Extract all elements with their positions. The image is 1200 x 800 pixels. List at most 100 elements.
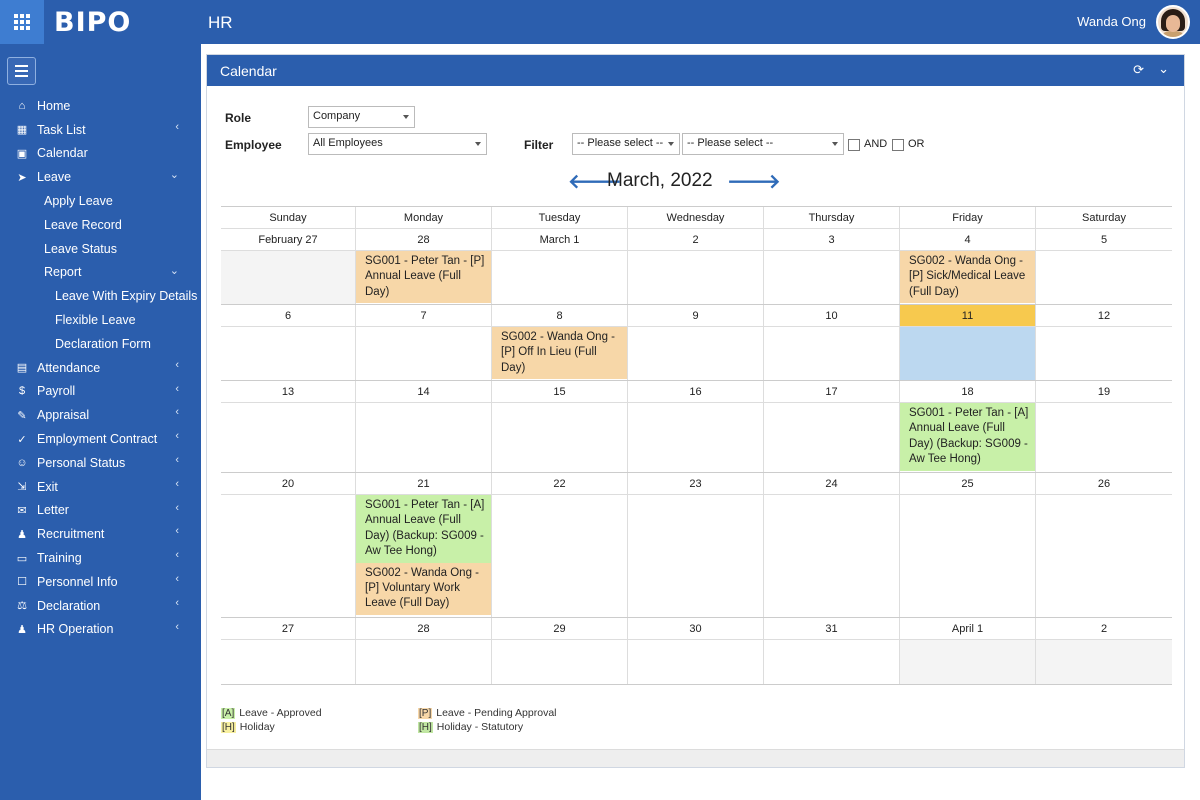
day-cell[interactable] bbox=[356, 327, 492, 380]
day-cell[interactable] bbox=[1036, 495, 1172, 617]
day-cell[interactable] bbox=[900, 640, 1036, 684]
date-number[interactable]: 18 bbox=[900, 381, 1036, 402]
date-number[interactable]: 3 bbox=[764, 229, 900, 250]
date-number[interactable]: 22 bbox=[492, 473, 628, 494]
leave-event[interactable]: SG001 - Peter Tan - [A] Annual Leave (Fu… bbox=[900, 403, 1035, 471]
date-number[interactable]: 5 bbox=[1036, 229, 1172, 250]
date-number[interactable]: 29 bbox=[492, 618, 628, 639]
sidebar-item-personnel-info[interactable]: ☐ Personnel Info ‹ bbox=[0, 570, 201, 594]
employee-select[interactable]: All Employees bbox=[308, 133, 487, 155]
date-number[interactable]: 17 bbox=[764, 381, 900, 402]
day-cell[interactable]: SG001 - Peter Tan - [A] Annual Leave (Fu… bbox=[356, 495, 492, 617]
and-checkbox[interactable] bbox=[848, 139, 860, 151]
date-number[interactable]: 30 bbox=[628, 618, 764, 639]
sidebar-item-declaration[interactable]: ⚖ Declaration ‹ bbox=[0, 594, 201, 618]
day-cell[interactable] bbox=[628, 251, 764, 304]
date-number[interactable]: 19 bbox=[1036, 381, 1172, 402]
day-cell[interactable] bbox=[221, 640, 356, 684]
next-month-arrow-icon[interactable]: 🡒 bbox=[727, 169, 781, 194]
date-number[interactable]: 25 bbox=[900, 473, 1036, 494]
day-cell[interactable] bbox=[221, 327, 356, 380]
date-number[interactable]: March 1 bbox=[492, 229, 628, 250]
day-cell[interactable]: SG002 - Wanda Ong - [P] Sick/Medical Lea… bbox=[900, 251, 1036, 304]
date-number[interactable]: 13 bbox=[221, 381, 356, 402]
filter-select-2[interactable]: -- Please select -- bbox=[682, 133, 844, 155]
sidebar-item-flexible-leave[interactable]: Flexible Leave bbox=[0, 308, 201, 332]
date-number[interactable]: 7 bbox=[356, 305, 492, 326]
day-cell[interactable] bbox=[221, 495, 356, 617]
sidebar-item-leave-status[interactable]: Leave Status bbox=[0, 237, 201, 261]
sidebar-item-attendance[interactable]: ▤ Attendance ‹ bbox=[0, 356, 201, 380]
date-number[interactable]: April 1 bbox=[900, 618, 1036, 639]
day-cell[interactable] bbox=[628, 640, 764, 684]
date-number[interactable]: 12 bbox=[1036, 305, 1172, 326]
date-number[interactable]: 28 bbox=[356, 229, 492, 250]
leave-event[interactable]: SG001 - Peter Tan - [P] Annual Leave (Fu… bbox=[356, 251, 491, 304]
leave-event[interactable]: SG002 - Wanda Ong - [P] Voluntary Work L… bbox=[356, 562, 491, 615]
sidebar-item-letter[interactable]: ✉ Letter ‹ bbox=[0, 499, 201, 523]
day-cell[interactable] bbox=[221, 251, 356, 304]
sidebar-item-leave[interactable]: ➤ Leave ⌄ bbox=[0, 165, 201, 189]
day-cell[interactable]: SG001 - Peter Tan - [P] Annual Leave (Fu… bbox=[356, 251, 492, 304]
day-cell[interactable] bbox=[764, 327, 900, 380]
sidebar-item-training[interactable]: ▭ Training ‹ bbox=[0, 546, 201, 570]
day-cell[interactable] bbox=[1036, 640, 1172, 684]
day-cell[interactable] bbox=[764, 495, 900, 617]
day-cell[interactable] bbox=[492, 403, 628, 472]
role-select[interactable]: Company bbox=[308, 106, 415, 128]
day-cell[interactable] bbox=[221, 403, 356, 472]
date-number[interactable]: 21 bbox=[356, 473, 492, 494]
sidebar-item-employment-contract[interactable]: ✓ Employment Contract ‹ bbox=[0, 427, 201, 451]
day-cell[interactable] bbox=[628, 327, 764, 380]
date-number[interactable]: 9 bbox=[628, 305, 764, 326]
sidebar-item-leave-with-expiry-details[interactable]: Leave With Expiry Details bbox=[0, 284, 201, 308]
sidebar-item-personal-status[interactable]: ☺ Personal Status ‹ bbox=[0, 451, 201, 475]
day-cell[interactable]: SG002 - Wanda Ong - [P] Off In Lieu (Ful… bbox=[492, 327, 628, 380]
date-number[interactable]: 10 bbox=[764, 305, 900, 326]
sidebar-item-recruitment[interactable]: ♟ Recruitment ‹ bbox=[0, 522, 201, 546]
sidebar-item-leave-record[interactable]: Leave Record bbox=[0, 213, 201, 237]
date-number[interactable]: 14 bbox=[356, 381, 492, 402]
date-number[interactable]: 2 bbox=[628, 229, 764, 250]
day-cell[interactable] bbox=[492, 495, 628, 617]
day-cell[interactable] bbox=[764, 251, 900, 304]
sidebar-item-task-list[interactable]: ▦ Task List ‹ bbox=[0, 118, 201, 142]
sidebar-item-payroll[interactable]: $ Payroll ‹ bbox=[0, 380, 201, 404]
date-number[interactable]: 11 bbox=[900, 305, 1036, 326]
leave-event[interactable]: SG002 - Wanda Ong - [P] Sick/Medical Lea… bbox=[900, 251, 1035, 304]
day-cell[interactable] bbox=[764, 403, 900, 472]
date-number[interactable]: 8 bbox=[492, 305, 628, 326]
day-cell[interactable] bbox=[900, 495, 1036, 617]
date-number[interactable]: 27 bbox=[221, 618, 356, 639]
day-cell[interactable] bbox=[628, 403, 764, 472]
sidebar-item-home[interactable]: ⌂ Home bbox=[0, 94, 201, 118]
leave-event[interactable]: SG001 - Peter Tan - [A] Annual Leave (Fu… bbox=[356, 495, 491, 563]
date-number[interactable]: 23 bbox=[628, 473, 764, 494]
sidebar-item-appraisal[interactable]: ✎ Appraisal ‹ bbox=[0, 403, 201, 427]
date-number[interactable]: 2 bbox=[1036, 618, 1172, 639]
date-number[interactable]: February 27 bbox=[221, 229, 356, 250]
bipo-logo[interactable]: BIPO bbox=[54, 7, 131, 38]
day-cell[interactable] bbox=[900, 327, 1036, 380]
or-checkbox[interactable] bbox=[892, 139, 904, 151]
collapse-chevron-icon[interactable]: ⌄ bbox=[1158, 61, 1169, 77]
day-cell[interactable] bbox=[492, 640, 628, 684]
date-number[interactable]: 15 bbox=[492, 381, 628, 402]
day-cell[interactable] bbox=[628, 495, 764, 617]
date-number[interactable]: 31 bbox=[764, 618, 900, 639]
day-cell[interactable] bbox=[1036, 327, 1172, 380]
day-cell[interactable] bbox=[492, 251, 628, 304]
filter-select-1[interactable]: -- Please select -- bbox=[572, 133, 680, 155]
date-number[interactable]: 4 bbox=[900, 229, 1036, 250]
date-number[interactable]: 6 bbox=[221, 305, 356, 326]
date-number[interactable]: 16 bbox=[628, 381, 764, 402]
day-cell[interactable]: SG001 - Peter Tan - [A] Annual Leave (Fu… bbox=[900, 403, 1036, 472]
sidebar-item-declaration-form[interactable]: Declaration Form bbox=[0, 332, 201, 356]
day-cell[interactable] bbox=[1036, 403, 1172, 472]
sidebar-item-exit[interactable]: ⇲ Exit ‹ bbox=[0, 475, 201, 499]
day-cell[interactable] bbox=[356, 640, 492, 684]
sidebar-item-apply-leave[interactable]: Apply Leave bbox=[0, 189, 201, 213]
sidebar-item-calendar[interactable]: ▣ Calendar bbox=[0, 142, 201, 166]
apps-menu-button[interactable] bbox=[0, 0, 44, 44]
refresh-icon[interactable]: ⟳ bbox=[1133, 62, 1144, 78]
